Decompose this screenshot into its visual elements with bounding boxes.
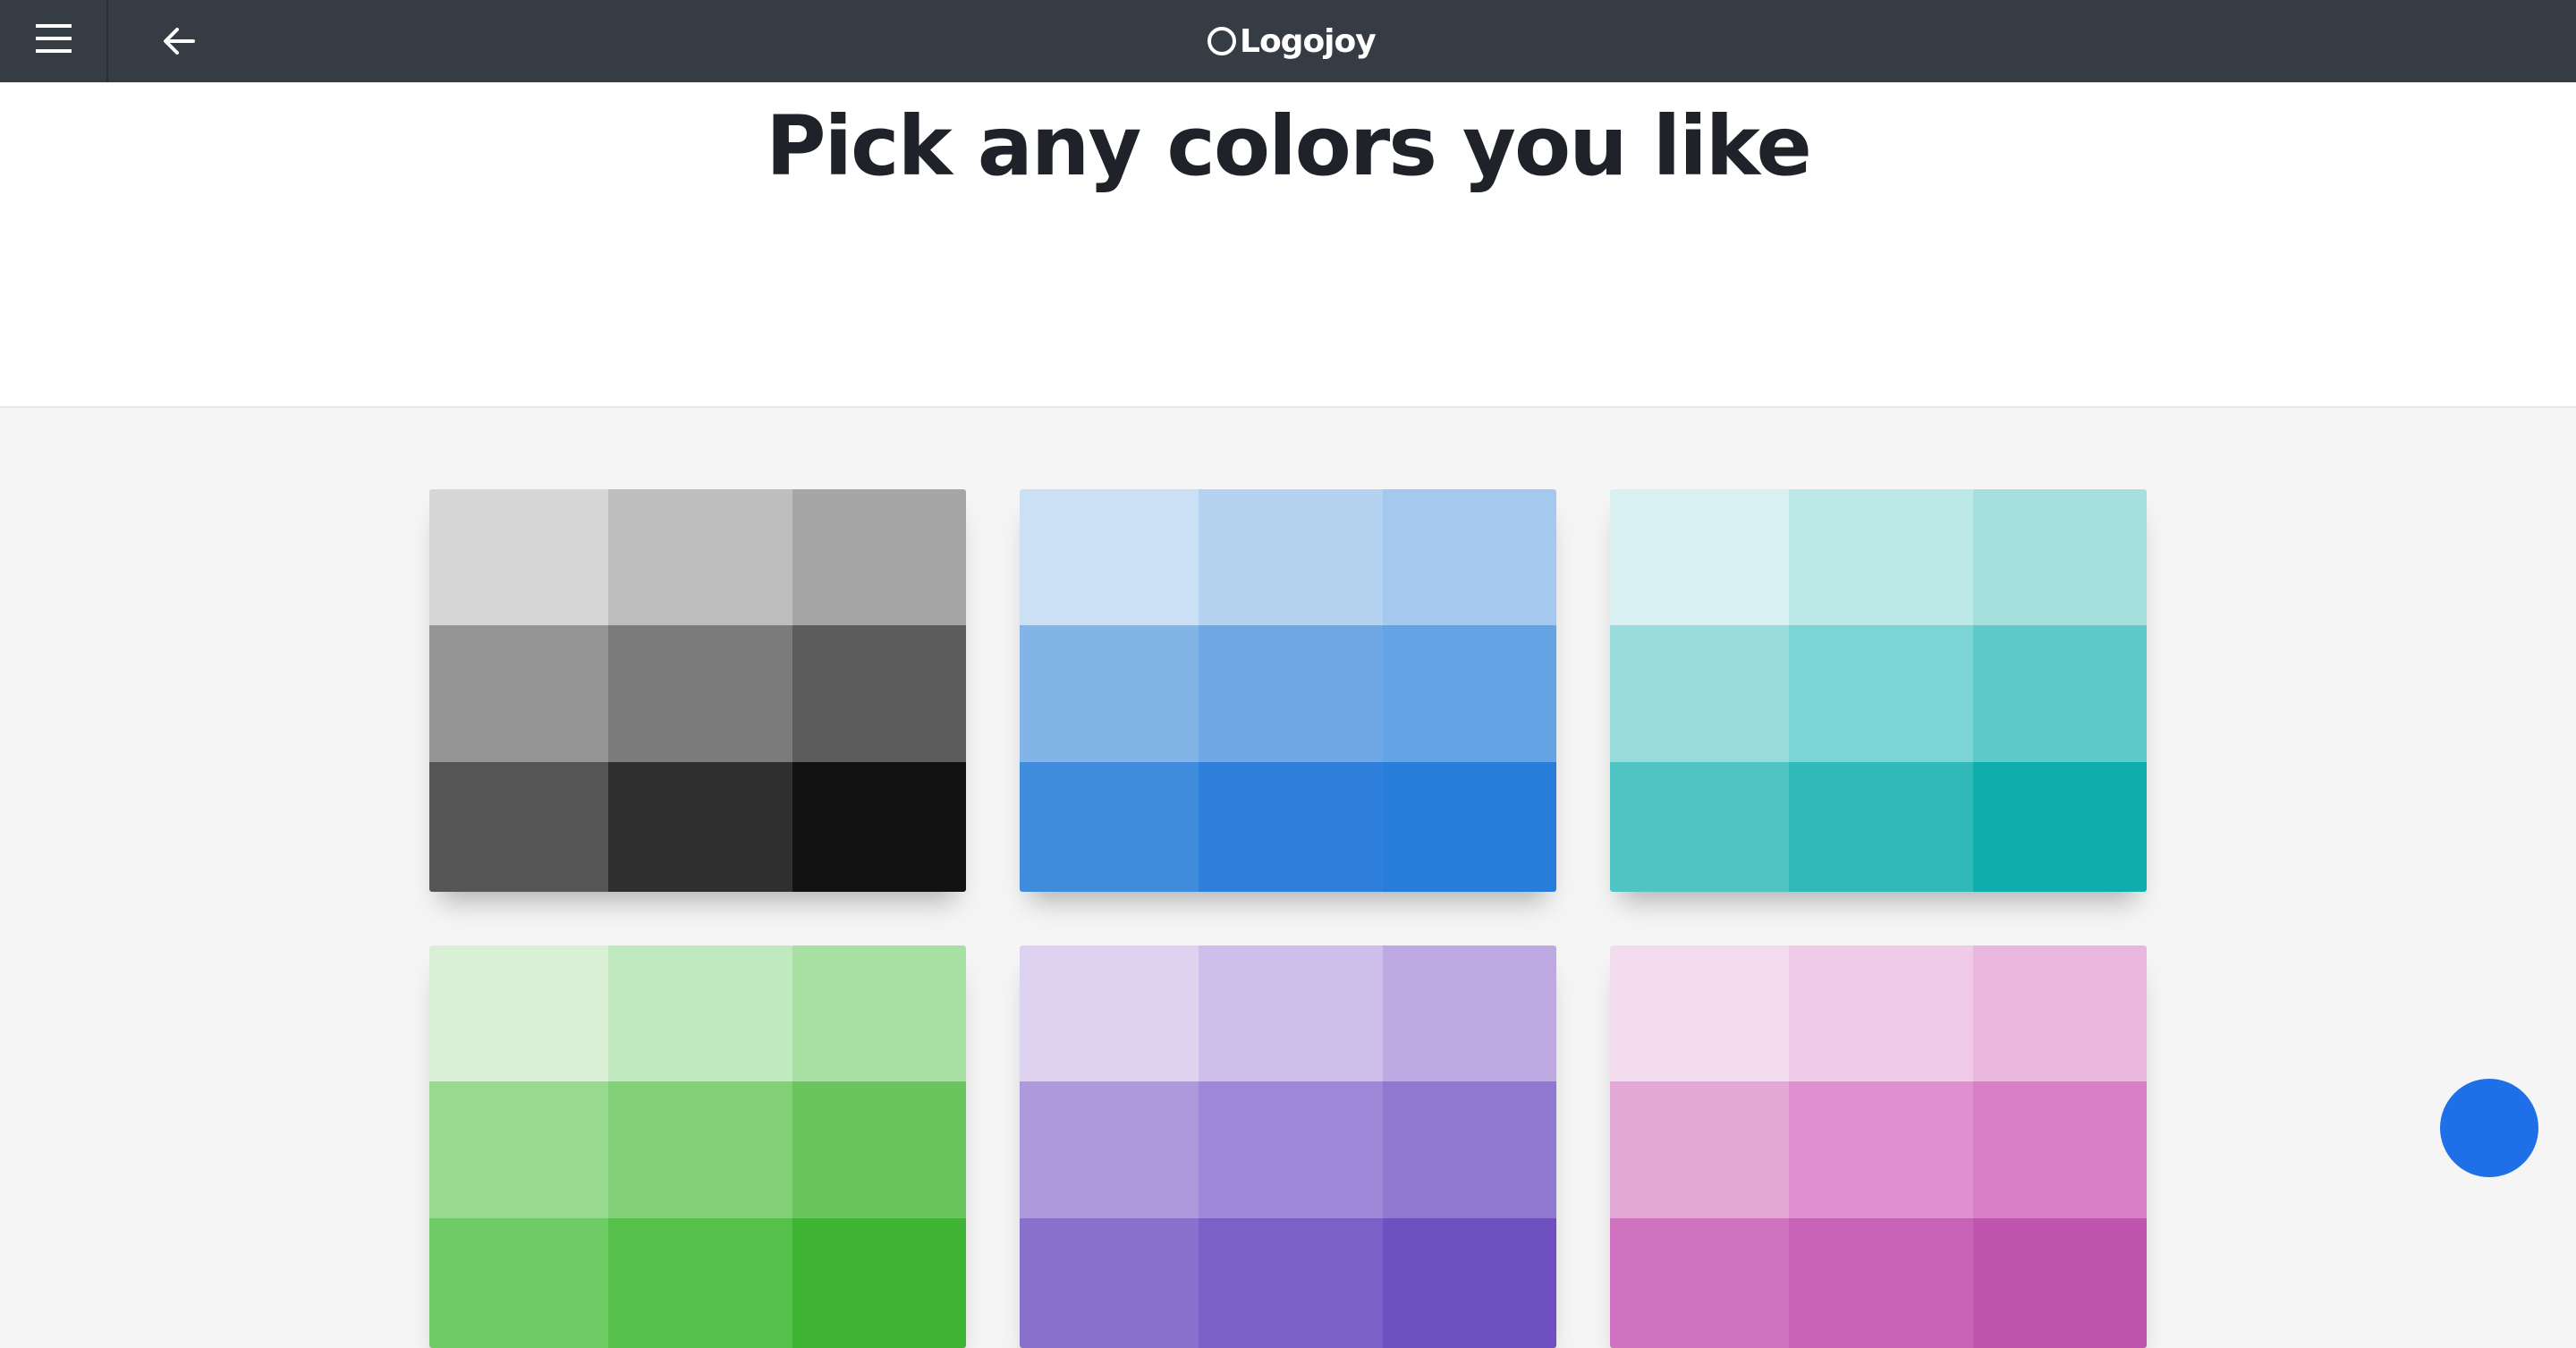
- color-swatch: [1789, 1218, 1973, 1348]
- color-swatch: [1610, 1081, 1789, 1218]
- color-swatch: [1973, 625, 2147, 762]
- color-swatch: [1973, 1081, 2147, 1218]
- color-swatch: [429, 625, 608, 762]
- color-swatch: [1199, 625, 1383, 762]
- color-swatch: [1789, 1081, 1973, 1218]
- color-swatch: [1610, 945, 1789, 1081]
- color-swatch: [1610, 489, 1789, 625]
- color-swatch: [1020, 762, 1199, 892]
- color-swatch: [608, 1081, 792, 1218]
- color-swatch: [429, 1081, 608, 1218]
- color-swatch: [792, 945, 966, 1081]
- color-palette-greens[interactable]: [429, 945, 966, 1348]
- color-swatch: [1610, 1218, 1789, 1348]
- color-swatch: [1973, 762, 2147, 892]
- color-swatch: [1973, 1218, 2147, 1348]
- color-swatch: [792, 625, 966, 762]
- chat-button[interactable]: [2440, 1079, 2538, 1177]
- logo[interactable]: Logojoy: [1208, 16, 1377, 66]
- color-swatch: [1020, 945, 1199, 1081]
- color-swatch: [608, 625, 792, 762]
- color-swatch: [792, 762, 966, 892]
- color-swatch: [1789, 489, 1973, 625]
- color-swatch: [792, 1218, 966, 1348]
- color-swatch: [792, 489, 966, 625]
- color-palette-blues[interactable]: [1020, 489, 1556, 892]
- color-swatch: [1383, 625, 1556, 762]
- color-swatch: [608, 762, 792, 892]
- top-navigation-bar: Logojoy: [0, 0, 2576, 82]
- color-swatch: [1383, 1081, 1556, 1218]
- color-swatch: [1610, 762, 1789, 892]
- color-swatch: [1020, 1081, 1199, 1218]
- color-swatch: [1789, 762, 1973, 892]
- color-swatch: [608, 945, 792, 1081]
- color-swatch: [1199, 1218, 1383, 1348]
- color-palette-purples[interactable]: [1020, 945, 1556, 1348]
- color-swatch: [1789, 625, 1973, 762]
- color-palette-pinks[interactable]: [1610, 945, 2147, 1348]
- color-palette-grays[interactable]: [429, 489, 966, 892]
- color-swatch: [608, 1218, 792, 1348]
- color-swatch: [429, 762, 608, 892]
- color-swatch: [1020, 625, 1199, 762]
- color-swatch: [1199, 945, 1383, 1081]
- color-swatch: [1383, 1218, 1556, 1348]
- color-swatch: [1020, 1218, 1199, 1348]
- color-swatch: [608, 489, 792, 625]
- color-swatch: [1383, 489, 1556, 625]
- color-swatch: [1383, 762, 1556, 892]
- page-title: Pick any colors you like: [766, 98, 1812, 194]
- color-swatch: [1020, 489, 1199, 625]
- color-swatch: [792, 1081, 966, 1218]
- arrow-left-icon: [164, 28, 195, 55]
- color-swatch: [429, 489, 608, 625]
- color-swatch: [1199, 489, 1383, 625]
- hamburger-menu-icon: [36, 24, 72, 53]
- circle-logo-icon: [1208, 27, 1236, 55]
- color-swatch: [1199, 762, 1383, 892]
- color-swatch: [1199, 1081, 1383, 1218]
- menu-button[interactable]: [0, 0, 108, 82]
- color-swatch: [429, 945, 608, 1081]
- color-swatch: [1973, 489, 2147, 625]
- color-swatch: [1610, 625, 1789, 762]
- back-button[interactable]: [152, 18, 206, 64]
- logo-text: Logojoy: [1240, 22, 1377, 60]
- color-swatch: [1383, 945, 1556, 1081]
- color-palette-teals[interactable]: [1610, 489, 2147, 892]
- color-swatch: [1973, 945, 2147, 1081]
- color-swatch: [1789, 945, 1973, 1081]
- color-swatch: [429, 1218, 608, 1348]
